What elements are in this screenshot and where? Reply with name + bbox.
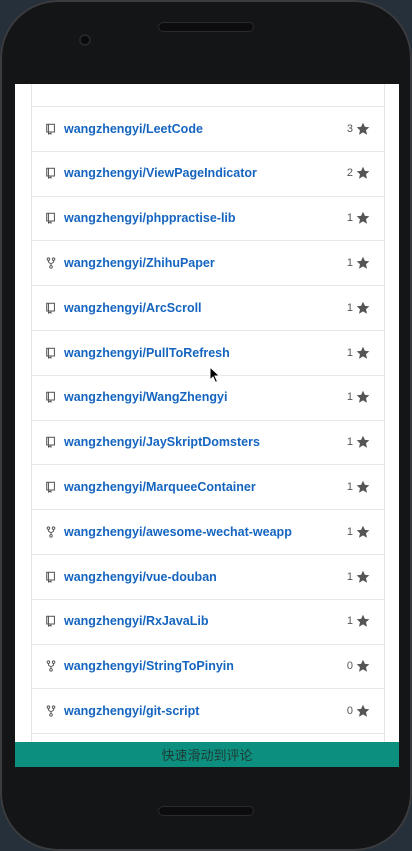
- repo-icon: [44, 122, 58, 136]
- repo-icon: [44, 301, 58, 315]
- repo-name-link[interactable]: wangzhengyi/ArcScroll: [64, 301, 347, 315]
- star-count: 0: [346, 660, 353, 673]
- star-icon: [356, 480, 370, 494]
- fork-icon: [44, 525, 58, 539]
- repo-name-link[interactable]: wangzhengyi/git-script: [64, 704, 347, 718]
- repo-name-link[interactable]: wangzhengyi/ViewPageIndicator: [64, 166, 347, 180]
- bottom-speaker: [158, 806, 254, 816]
- mouse-cursor-icon: [209, 366, 221, 384]
- star-count: 1: [346, 615, 353, 628]
- repo-list-item[interactable]: wangzhengyi/JaySkriptDomsters 1: [32, 419, 384, 464]
- repo-name-link[interactable]: wangzhengyi/PullToRefresh: [64, 346, 347, 360]
- fork-icon: [44, 659, 58, 673]
- repo-list-item[interactable]: wangzhengyi/MarqueeContainer 1: [32, 464, 384, 508]
- repo-icon: [44, 390, 58, 404]
- top-speaker: [158, 22, 254, 32]
- star-count: 1: [346, 525, 353, 538]
- repo-icon: [44, 435, 58, 449]
- star-icon: [356, 525, 370, 539]
- repo-icon: [44, 480, 58, 494]
- star-count: 1: [346, 570, 353, 583]
- star-icon: [356, 346, 370, 360]
- repo-list-item[interactable]: wangzhengyi/StringToPinyin 0: [32, 643, 384, 688]
- star-icon: [356, 256, 370, 270]
- repo-list-item[interactable]: wangzhengyi/awesome-wechat-weapp 1: [32, 509, 384, 553]
- star-count: 0: [346, 704, 353, 717]
- repo-name-link[interactable]: wangzhengyi/phppractise-lib: [64, 211, 347, 225]
- star-icon: [356, 659, 370, 673]
- star-icon: [356, 614, 370, 628]
- repo-list-item[interactable]: wangzhengyi/git-script 0: [32, 688, 384, 732]
- phone-frame: wangzhengyi/LeetCode 3 wangzhengyi/ViewPag…: [0, 0, 412, 851]
- repo-list-item[interactable]: wangzhengyi/phppractise-lib 1: [32, 195, 384, 240]
- repo-list-item[interactable]: wangzhengyi/WangZhengyi 1: [32, 374, 384, 419]
- star-count: 1: [346, 391, 353, 404]
- repo-list-item[interactable]: wangzhengyi/PullToRefresh 1: [32, 330, 384, 374]
- star-count: 2: [346, 167, 353, 180]
- front-camera: [79, 34, 91, 46]
- star-count: 3: [346, 122, 353, 135]
- repo-icon: [44, 346, 58, 360]
- repo-name-link[interactable]: wangzhengyi/StringToPinyin: [64, 659, 347, 673]
- repo-list-item[interactable]: wangzhengyi/vue-douban 1: [32, 554, 384, 598]
- repo-icon: [44, 211, 58, 225]
- star-count: 1: [346, 256, 353, 269]
- repo-list-card: wangzhengyi/LeetCode 3 wangzhengyi/ViewPag…: [31, 84, 385, 767]
- star-count: 1: [346, 436, 353, 449]
- repo-name-link[interactable]: wangzhengyi/WangZhengyi: [64, 390, 347, 404]
- star-count: 1: [346, 212, 353, 225]
- repo-name-link[interactable]: wangzhengyi/vue-douban: [64, 570, 347, 584]
- star-icon: [356, 211, 370, 225]
- star-icon: [356, 301, 370, 315]
- star-count: 1: [346, 301, 353, 314]
- scroll-to-comments-label: 快速滑动到评论: [161, 748, 253, 763]
- repo-name-link[interactable]: wangzhengyi/ZhihuPaper: [64, 256, 347, 270]
- repo-name-link[interactable]: wangzhengyi/MarqueeContainer: [64, 480, 347, 494]
- repo-icon: [44, 166, 58, 180]
- repo-name-link[interactable]: wangzhengyi/RxJavaLib: [64, 614, 347, 628]
- repo-name-link[interactable]: wangzhengyi/LeetCode: [64, 122, 347, 136]
- repo-icon: [44, 614, 58, 628]
- app-screen: wangzhengyi/LeetCode 3 wangzhengyi/ViewPag…: [15, 84, 399, 767]
- repo-list-item[interactable]: wangzhengyi/ZhihuPaper 1: [32, 240, 384, 284]
- star-icon: [356, 435, 370, 449]
- repo-name-link[interactable]: wangzhengyi/awesome-wechat-weapp: [64, 525, 347, 539]
- fork-icon: [44, 704, 58, 718]
- repo-list-item[interactable]: wangzhengyi/LeetCode 3: [32, 106, 384, 150]
- repo-list-item[interactable]: wangzhengyi/ArcScroll 1: [32, 285, 384, 329]
- star-icon: [356, 570, 370, 584]
- fork-icon: [44, 256, 58, 270]
- star-icon: [356, 166, 370, 180]
- repo-list-item[interactable]: wangzhengyi/RxJavaLib 1: [32, 598, 384, 643]
- star-count: 1: [346, 480, 353, 493]
- star-icon: [356, 122, 370, 136]
- repo-name-link[interactable]: wangzhengyi/JaySkriptDomsters: [64, 435, 347, 449]
- repo-list-item[interactable]: wangzhengyi/ViewPageIndicator 2: [32, 150, 384, 195]
- star-count: 1: [346, 346, 353, 359]
- star-icon: [356, 390, 370, 404]
- scroll-to-comments-button[interactable]: 快速滑动到评论: [15, 742, 399, 767]
- star-icon: [356, 704, 370, 718]
- repo-icon: [44, 570, 58, 584]
